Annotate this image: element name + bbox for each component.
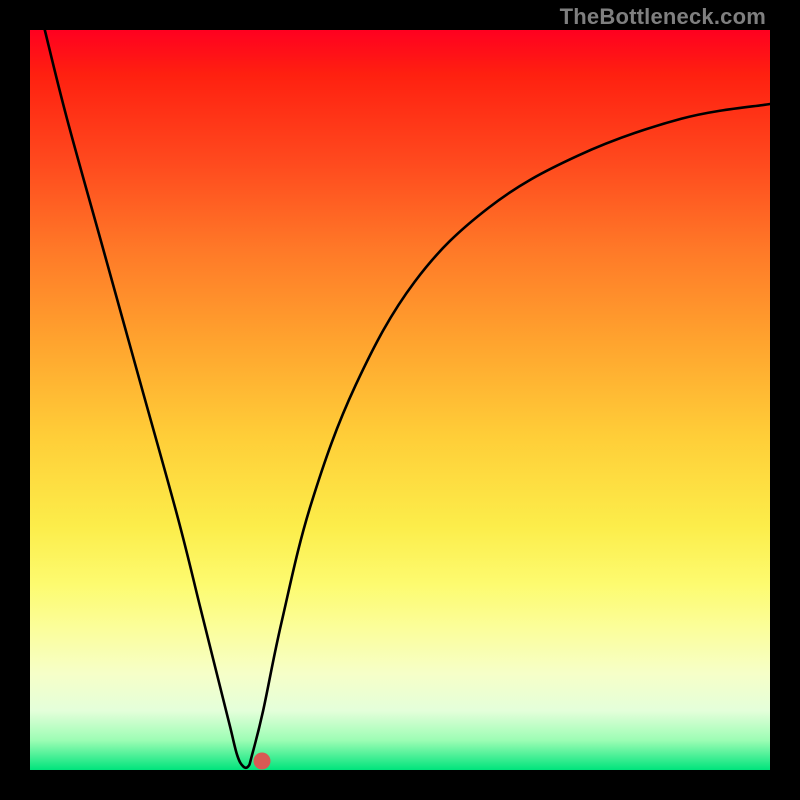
watermark-text: TheBottleneck.com: [560, 4, 766, 30]
data-marker: [253, 753, 270, 770]
plot-area: [30, 30, 770, 770]
chart-frame: TheBottleneck.com: [0, 0, 800, 800]
line-series: [30, 30, 770, 770]
